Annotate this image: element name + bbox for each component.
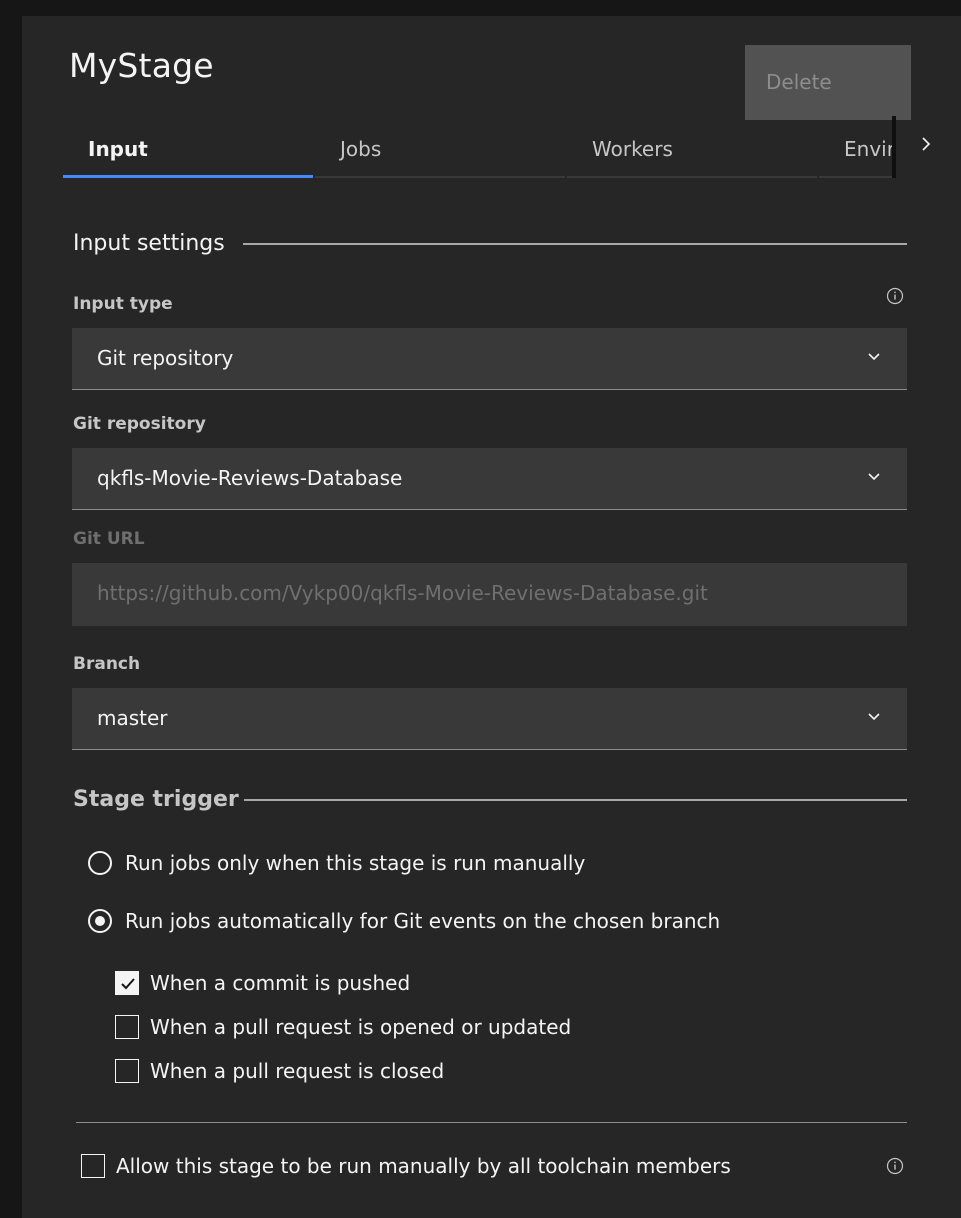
checkbox-checked[interactable]	[115, 971, 139, 995]
allow-manual-run-label: Allow this stage to be run manually by a…	[116, 1154, 731, 1178]
delete-button[interactable]: Delete	[745, 45, 911, 120]
chevron-right-icon	[922, 137, 931, 151]
git-url-label: Git URL	[73, 529, 145, 549]
event-pr-closed[interactable]: When a pull request is closed	[115, 1057, 444, 1085]
tab-environment[interactable]: Envir	[819, 130, 893, 178]
event-commit-pushed-label: When a commit is pushed	[150, 971, 411, 995]
page-title: MyStage	[69, 46, 214, 85]
checkmark-icon	[121, 978, 135, 990]
trigger-manual-label: Run jobs only when this stage is run man…	[125, 851, 586, 875]
tab-jobs[interactable]: Jobs	[315, 130, 565, 178]
git-repository-value: qkfls-Movie-Reviews-Database	[97, 466, 403, 490]
input-type-select[interactable]: Git repository	[72, 328, 907, 390]
radio-button[interactable]	[88, 851, 112, 875]
stage-trigger-heading: Stage trigger	[73, 784, 239, 814]
trigger-manual-option[interactable]: Run jobs only when this stage is run man…	[88, 848, 585, 878]
branch-label: Branch	[73, 654, 141, 674]
input-settings-heading: Input settings	[73, 228, 225, 258]
input-type-label: Input type	[73, 294, 173, 314]
info-icon[interactable]	[886, 287, 904, 305]
input-type-value: Git repository	[97, 346, 234, 370]
section-divider	[243, 243, 907, 245]
git-repository-label: Git repository	[73, 414, 206, 434]
chevron-down-icon	[868, 353, 880, 361]
tab-scroll-right-button[interactable]	[914, 130, 938, 166]
chevron-down-icon	[868, 473, 880, 481]
radio-button-selected[interactable]	[88, 909, 112, 933]
trigger-auto-label: Run jobs automatically for Git events on…	[125, 909, 721, 933]
branch-select[interactable]: master	[72, 688, 907, 750]
chevron-down-icon	[868, 713, 880, 721]
git-url-value: https://github.com/Vykp00/qkfls-Movie-Re…	[97, 581, 708, 605]
stage-trigger-heading-text: Stage trigger	[73, 786, 239, 812]
tab-list: Input Jobs Workers Envir	[63, 130, 893, 178]
section-divider	[244, 799, 907, 801]
tab-workers[interactable]: Workers	[567, 130, 817, 178]
git-repository-select[interactable]: qkfls-Movie-Reviews-Database	[72, 448, 907, 510]
checkbox[interactable]	[81, 1154, 105, 1178]
git-url-field: https://github.com/Vykp00/qkfls-Movie-Re…	[72, 563, 907, 626]
event-pr-opened-label: When a pull request is opened or updated	[150, 1015, 572, 1039]
tab-overflow-fade	[892, 116, 896, 178]
trigger-auto-option[interactable]: Run jobs automatically for Git events on…	[88, 906, 720, 936]
tab-input[interactable]: Input	[63, 130, 313, 178]
branch-value: master	[97, 706, 168, 730]
stage-config-panel: MyStage Delete Input Jobs Workers Envir …	[22, 16, 961, 1218]
input-settings-heading-text: Input settings	[73, 230, 225, 256]
divider	[76, 1122, 907, 1123]
info-icon[interactable]	[886, 1157, 904, 1175]
event-pr-opened[interactable]: When a pull request is opened or updated	[115, 1013, 571, 1041]
checkbox[interactable]	[115, 1059, 139, 1083]
event-commit-pushed[interactable]: When a commit is pushed	[115, 969, 410, 997]
checkbox[interactable]	[115, 1015, 139, 1039]
event-pr-closed-label: When a pull request is closed	[150, 1059, 445, 1083]
allow-manual-run[interactable]: Allow this stage to be run manually by a…	[81, 1152, 731, 1180]
